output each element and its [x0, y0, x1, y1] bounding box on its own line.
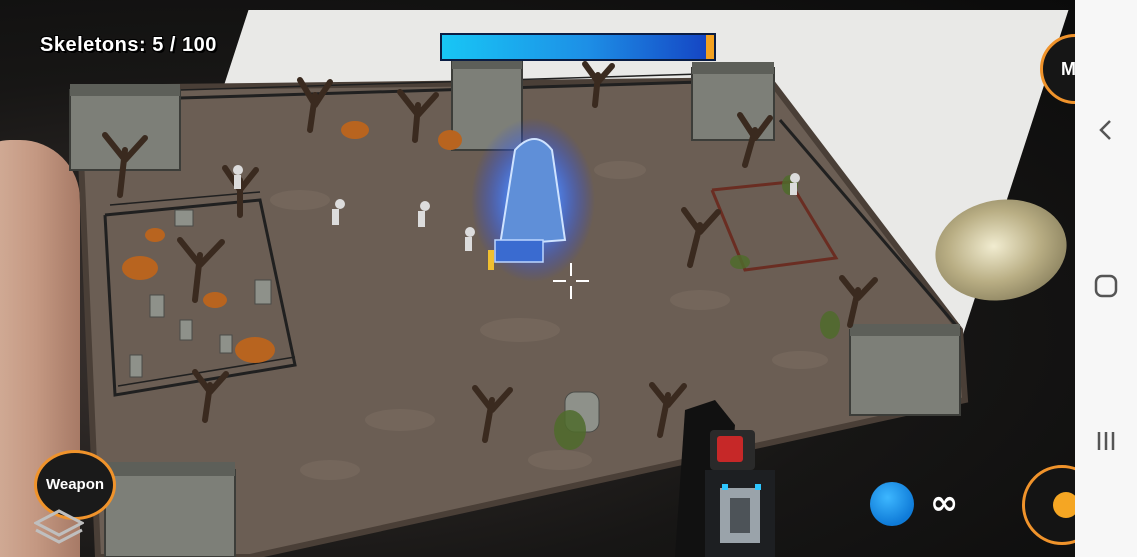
layers-icon[interactable]	[32, 505, 86, 545]
skeleton	[465, 227, 475, 237]
graveyard-board	[69, 55, 969, 557]
chevron-left-icon[interactable]	[1093, 117, 1119, 143]
crypt-bottom-left	[104, 469, 236, 557]
three-bars-icon[interactable]	[1093, 428, 1119, 454]
crypt-bottom-right	[849, 329, 961, 416]
skeleton-counter: Skeletons: 5 / 100	[40, 34, 217, 56]
system-nav-bar	[1075, 0, 1137, 557]
ammo-infinity-label: ∞	[930, 483, 959, 523]
skeleton	[420, 201, 430, 211]
health-bar-marker	[706, 35, 714, 59]
rounded-square-icon[interactable]	[1093, 273, 1119, 299]
blue-orb-icon	[870, 482, 914, 526]
ar-camera-view[interactable]	[0, 0, 1075, 557]
skeleton	[790, 173, 800, 183]
skeleton	[233, 165, 243, 175]
health-bar-fill	[442, 35, 706, 59]
health-bar	[440, 33, 716, 61]
skeleton	[335, 199, 345, 209]
player-gun	[675, 400, 785, 557]
crosshair-icon	[553, 263, 589, 299]
